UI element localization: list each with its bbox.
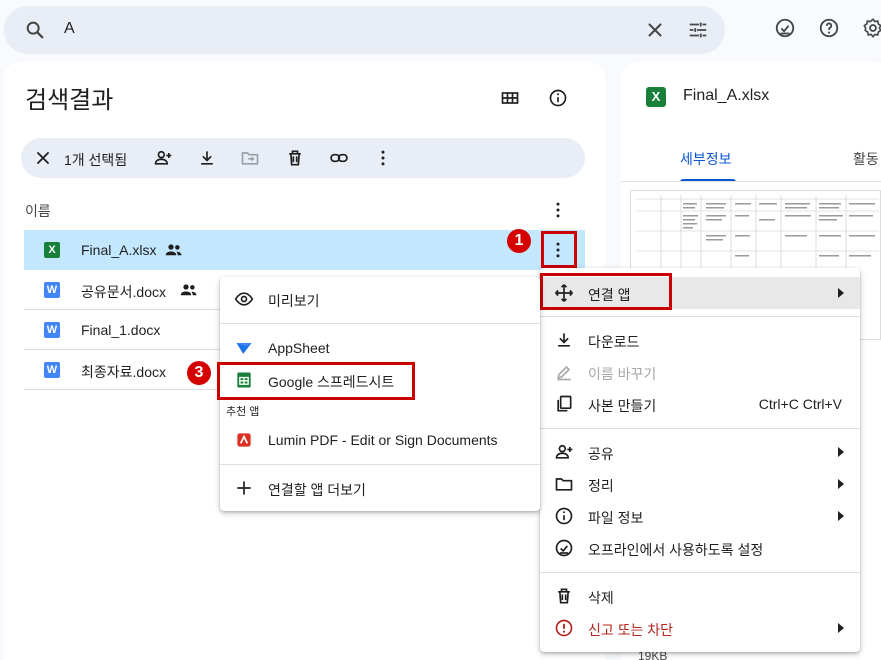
menu-item-lumin[interactable]: Lumin PDF - Edit or Sign Documents xyxy=(220,424,540,456)
menu-item-preview[interactable]: 미리보기 xyxy=(220,283,540,315)
menu-item-share[interactable]: 공유 xyxy=(540,436,860,468)
tab-divider xyxy=(621,181,881,182)
submenu-arrow-icon xyxy=(836,477,846,491)
context-menu: 연결 앱 다운로드 이름 바꾸기 사본 만들기 Ctrl+C Ctrl+V 공유… xyxy=(540,268,860,652)
menu-divider xyxy=(540,428,860,429)
menu-item-report[interactable]: 신고 또는 차단 xyxy=(540,612,860,644)
submenu-arrow-icon xyxy=(836,509,846,523)
pencil-icon xyxy=(554,362,574,382)
submenu-arrow-icon xyxy=(836,621,846,635)
menu-item-make-copy[interactable]: 사본 만들기 Ctrl+C Ctrl+V xyxy=(540,388,860,420)
info-icon[interactable] xyxy=(548,88,568,108)
grid-view-icon[interactable] xyxy=(500,88,520,108)
plus-icon xyxy=(234,478,254,498)
search-input[interactable]: A xyxy=(64,20,75,38)
menu-item-file-info[interactable]: 파일 정보 xyxy=(540,500,860,532)
file-name: 최종자료.docx xyxy=(81,364,166,380)
tab-details[interactable]: 세부정보 xyxy=(680,149,732,169)
menu-item-label: 정리 xyxy=(588,478,614,494)
menu-item-organize[interactable]: 정리 xyxy=(540,468,860,500)
submenu-arrow-icon xyxy=(836,286,846,300)
word-file-icon: W xyxy=(44,322,60,338)
trash-icon xyxy=(554,586,574,606)
menu-item-rename[interactable]: 이름 바꾸기 xyxy=(540,356,860,388)
menu-item-download[interactable]: 다운로드 xyxy=(540,324,860,356)
menu-divider xyxy=(540,572,860,573)
share-user-icon xyxy=(554,442,574,462)
menu-divider xyxy=(220,464,540,465)
file-name: 공유문서.docx xyxy=(81,284,166,300)
clear-search-icon[interactable] xyxy=(644,19,666,41)
column-header-name[interactable]: 이름 xyxy=(25,201,51,221)
report-alert-icon xyxy=(554,618,574,638)
info-icon xyxy=(554,506,574,526)
menu-item-more-apps[interactable]: 연결할 앱 더보기 xyxy=(220,472,540,504)
excel-file-icon: X xyxy=(646,87,666,107)
menu-item-label: 연결할 앱 더보기 xyxy=(268,482,366,498)
menu-divider xyxy=(220,323,540,324)
file-name: Final_A.xlsx xyxy=(81,242,157,258)
download-icon[interactable] xyxy=(197,148,217,168)
search-icon[interactable] xyxy=(24,19,46,41)
offline-status-icon[interactable] xyxy=(774,17,796,39)
menu-item-label: AppSheet xyxy=(268,340,330,356)
selection-toolbar: 1개 선택됨 xyxy=(21,138,585,178)
annotation-box-2 xyxy=(540,273,672,310)
help-icon[interactable] xyxy=(818,17,840,39)
search-options-icon[interactable] xyxy=(687,19,709,41)
menu-item-label: 미리보기 xyxy=(268,293,320,309)
annotation-badge-3: 3 xyxy=(187,361,211,385)
menu-item-offline[interactable]: 오프라인에서 사용하도록 설정 xyxy=(540,532,860,564)
page-title: 검색결과 xyxy=(25,87,114,114)
submenu-arrow-icon xyxy=(836,445,846,459)
details-file-name: Final_A.xlsx xyxy=(683,87,770,104)
column-more-icon[interactable] xyxy=(548,200,568,220)
clear-selection-icon[interactable] xyxy=(33,148,53,168)
file-row[interactable]: X Final_A.xlsx xyxy=(24,230,585,270)
appsheet-icon xyxy=(234,338,254,358)
annotation-badge-1: 1 xyxy=(507,229,531,253)
annotation-box-3 xyxy=(217,362,415,400)
suggested-apps-header: 추천 앱 xyxy=(226,406,260,418)
menu-item-label: 공유 xyxy=(588,446,614,462)
annotation-box-1 xyxy=(541,231,577,268)
word-file-icon: W xyxy=(44,362,60,378)
menu-item-label: 이름 바꾸기 xyxy=(588,366,657,382)
menu-item-appsheet[interactable]: AppSheet xyxy=(220,332,540,364)
lumin-pdf-icon xyxy=(234,430,254,450)
menu-item-label: Lumin PDF - Edit or Sign Documents xyxy=(268,432,498,448)
menu-item-label: 신고 또는 차단 xyxy=(588,622,674,638)
shortcut-text: Ctrl+C Ctrl+V xyxy=(758,396,842,412)
folder-icon xyxy=(554,474,574,494)
share-user-icon[interactable] xyxy=(153,148,173,168)
download-icon xyxy=(554,330,574,350)
settings-gear-icon[interactable] xyxy=(862,17,881,39)
shared-people-icon xyxy=(165,242,183,258)
more-actions-icon[interactable] xyxy=(373,148,393,168)
menu-item-label: 삭제 xyxy=(588,590,614,606)
file-name: Final_1.docx xyxy=(81,322,161,338)
menu-item-label: 다운로드 xyxy=(588,334,640,350)
menu-item-label: 오프라인에서 사용하도록 설정 xyxy=(588,542,764,558)
word-file-icon: W xyxy=(44,282,60,298)
shared-people-icon xyxy=(180,282,198,298)
menu-divider xyxy=(540,316,860,317)
menu-item-delete[interactable]: 삭제 xyxy=(540,580,860,612)
trash-icon[interactable] xyxy=(285,148,305,168)
selection-count: 1개 선택됨 xyxy=(64,152,128,168)
menu-item-label: 파일 정보 xyxy=(588,510,644,526)
tab-activity[interactable]: 활동 xyxy=(853,149,879,169)
link-icon[interactable] xyxy=(329,148,349,168)
search-bar[interactable]: A xyxy=(4,6,725,54)
eye-icon xyxy=(234,289,254,309)
offline-check-icon xyxy=(554,538,574,558)
move-folder-icon[interactable] xyxy=(240,148,260,168)
menu-item-label: 사본 만들기 xyxy=(588,398,657,414)
copy-icon xyxy=(554,394,574,414)
excel-file-icon: X xyxy=(44,242,60,258)
